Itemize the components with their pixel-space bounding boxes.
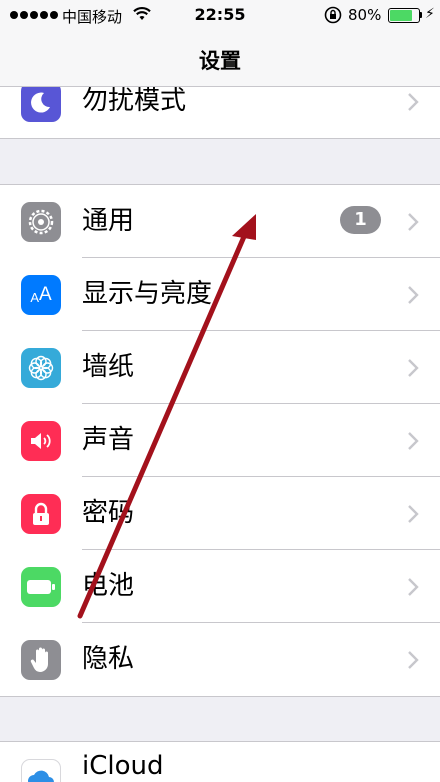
settings-row-battery[interactable]: 电池	[0, 550, 440, 623]
chevron-right-icon	[408, 286, 419, 304]
text-size-icon: AA	[21, 275, 61, 315]
settings-row-privacy[interactable]: 隐私	[0, 623, 440, 696]
chevron-right-icon	[408, 93, 419, 111]
settings-row-label: 电池	[82, 571, 135, 601]
settings-group-general: 通用 AA 显示与亮度 墙纸 声音 密码 电池 隐私	[0, 184, 440, 697]
rotation-lock-icon	[324, 6, 342, 24]
chevron-right-icon	[408, 213, 419, 231]
battery-icon	[21, 567, 61, 607]
settings-row-label: 墙纸	[82, 352, 135, 382]
chevron-right-icon	[408, 505, 419, 523]
settings-row-sounds[interactable]: 声音	[0, 404, 440, 477]
moon-icon	[21, 82, 61, 122]
gear-icon	[21, 202, 61, 242]
padlock-icon	[21, 494, 61, 534]
settings-row-display-brightness[interactable]: AA 显示与亮度	[0, 258, 440, 331]
settings-row-label: 显示与亮度	[82, 279, 213, 309]
flower-icon	[21, 348, 61, 388]
top-bar: 中国移动 22:55 80% ⚡ 设置	[0, 0, 440, 87]
chevron-right-icon	[408, 432, 419, 450]
chevron-right-icon	[408, 651, 419, 669]
settings-row-label: 勿扰模式	[82, 86, 187, 116]
settings-row-passcode[interactable]: 密码	[0, 477, 440, 550]
notification-badge: 1	[340, 206, 381, 234]
chevron-right-icon	[408, 578, 419, 596]
speaker-icon	[21, 421, 61, 461]
settings-row-wallpaper[interactable]: 墙纸	[0, 331, 440, 404]
settings-row-icloud[interactable]: iCloud	[0, 742, 440, 782]
settings-row-label: 声音	[82, 425, 135, 455]
battery-percent: 80%	[348, 6, 382, 24]
charging-bolt-icon: ⚡	[425, 6, 435, 22]
hand-icon	[21, 640, 61, 680]
settings-row-label: 隐私	[82, 644, 135, 674]
chevron-right-icon	[408, 359, 419, 377]
settings-group-icloud: iCloud	[0, 741, 440, 782]
cloud-icon	[21, 759, 61, 782]
settings-row-label: iCloud	[82, 751, 164, 781]
page-title: 设置	[199, 49, 241, 73]
status-bar: 中国移动 22:55 80% ⚡	[0, 0, 440, 32]
battery-indicator-icon	[388, 8, 420, 23]
settings-row-label: 通用	[82, 206, 135, 236]
settings-row-label: 密码	[82, 498, 135, 528]
